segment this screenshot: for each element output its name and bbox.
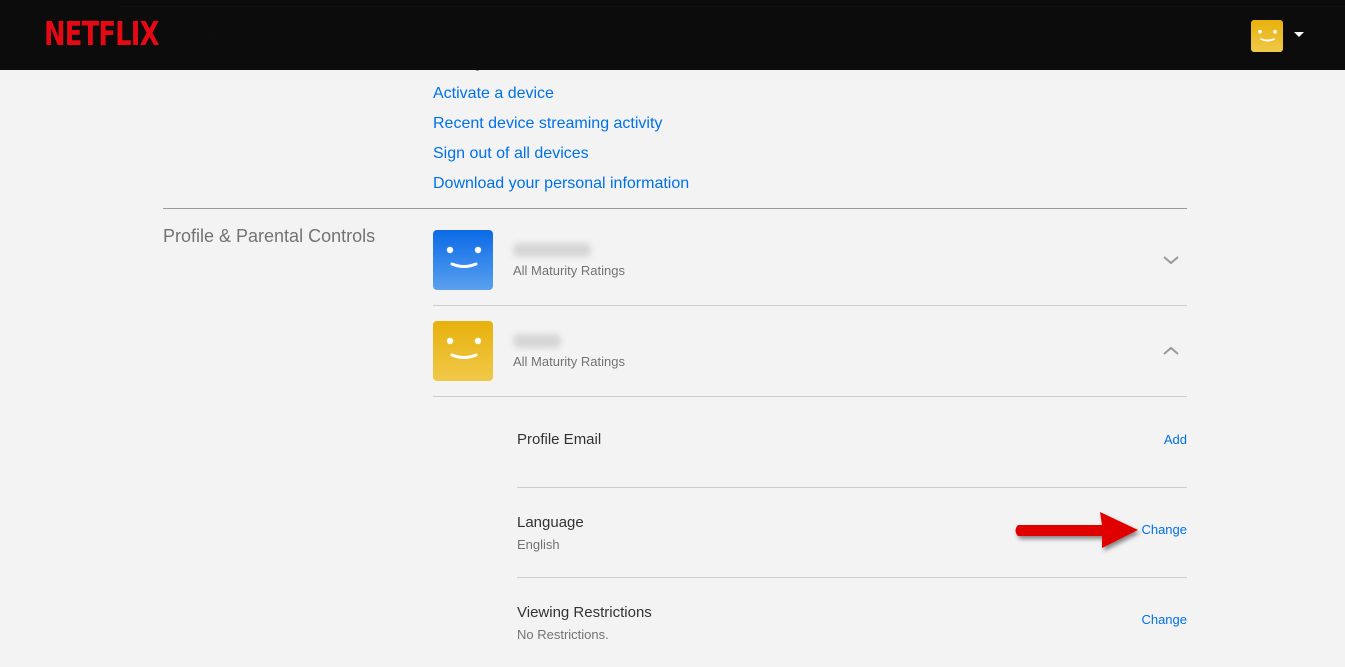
netflix-logo[interactable]: NETFLIX <box>44 14 159 53</box>
viewing-restrictions-row: Viewing Restrictions No Restrictions. Ch… <box>517 604 1187 654</box>
change-language-link[interactable]: Change <box>1141 522 1187 537</box>
viewing-restrictions-value: No Restrictions. <box>517 627 609 642</box>
sign-out-all-devices-link[interactable]: Sign out of all devices <box>433 145 589 162</box>
add-email-link[interactable]: Add <box>1164 432 1187 447</box>
smiley-icon <box>446 246 482 268</box>
settings-label-behind-header: Settings <box>168 25 230 44</box>
viewing-restrictions-label: Viewing Restrictions <box>517 604 652 621</box>
profile-section-title: Profile & Parental Controls <box>163 226 376 246</box>
chevron-down-icon[interactable] <box>1161 252 1181 268</box>
smiley-icon <box>446 337 482 359</box>
top-header: Settings Test participation Manage downl… <box>0 0 1345 71</box>
profile-email-row: Profile Email Add <box>517 431 1187 488</box>
profile-avatar-blue <box>433 230 493 290</box>
chevron-up-icon[interactable] <box>1161 343 1181 359</box>
header-strip <box>120 0 1345 7</box>
profile-rating: All Maturity Ratings <box>513 262 625 278</box>
profile-name-blurred <box>513 242 591 257</box>
profile-name-blurred <box>513 333 561 348</box>
settings-link-download-info[interactable]: Download your personal information <box>433 174 689 204</box>
activate-device-link[interactable]: Activate a device <box>433 85 554 102</box>
settings-link-sign-out[interactable]: Sign out of all devices <box>433 144 689 174</box>
settings-link-recent-activity[interactable]: Recent device streaming activity <box>433 114 689 144</box>
profile-avatar-yellow <box>433 321 493 381</box>
change-viewing-restrictions-link[interactable]: Change <box>1141 612 1187 627</box>
smiley-icon <box>1258 29 1277 42</box>
profile-row[interactable]: All Maturity Ratings <box>433 215 1187 306</box>
profile-row[interactable]: All Maturity Ratings <box>433 306 1187 397</box>
red-arrow-annotation-icon <box>1015 512 1138 548</box>
section-divider <box>163 208 1187 209</box>
account-avatar-icon[interactable] <box>1251 20 1283 52</box>
profile-rating: All Maturity Ratings <box>513 353 625 369</box>
account-page: Activate a device Recent device streamin… <box>0 0 1345 667</box>
test-participation-behind-header: Test participation <box>433 24 554 41</box>
caret-down-icon[interactable] <box>1294 32 1304 37</box>
download-personal-info-link[interactable]: Download your personal information <box>433 175 689 192</box>
profile-email-label: Profile Email <box>517 431 602 448</box>
profile-info: All Maturity Ratings <box>513 242 625 278</box>
manage-devices-behind-header: Manage download devices <box>433 54 623 71</box>
recent-activity-link[interactable]: Recent device streaming activity <box>433 115 662 132</box>
settings-link-activate-device[interactable]: Activate a device <box>433 84 689 114</box>
profile-info: All Maturity Ratings <box>513 333 625 369</box>
